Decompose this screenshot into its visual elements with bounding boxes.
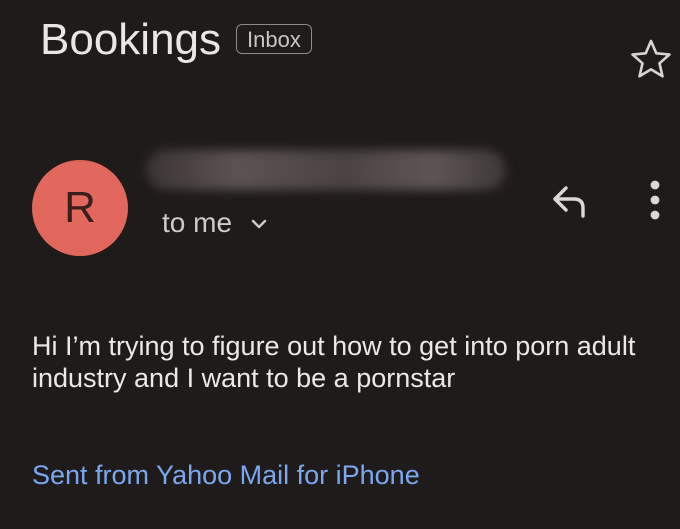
- signature-link[interactable]: Sent from Yahoo Mail for iPhone: [32, 458, 420, 492]
- star-outline-icon: [631, 39, 671, 78]
- reply-icon: [553, 186, 585, 218]
- email-body: Hi I’m trying to figure out how to get i…: [32, 331, 636, 393]
- inbox-label-chip[interactable]: Inbox: [236, 24, 312, 54]
- more-vertical-icon: [650, 180, 660, 220]
- email-subject: Bookings: [40, 15, 222, 64]
- sender-name-redacted: [146, 150, 506, 190]
- chevron-down-icon[interactable]: [250, 215, 268, 233]
- reply-button[interactable]: [546, 178, 592, 224]
- more-options-button[interactable]: [640, 178, 670, 222]
- star-button[interactable]: [630, 38, 672, 80]
- sender-avatar[interactable]: R: [32, 160, 128, 256]
- recipient-details-toggle[interactable]: to me: [162, 205, 232, 241]
